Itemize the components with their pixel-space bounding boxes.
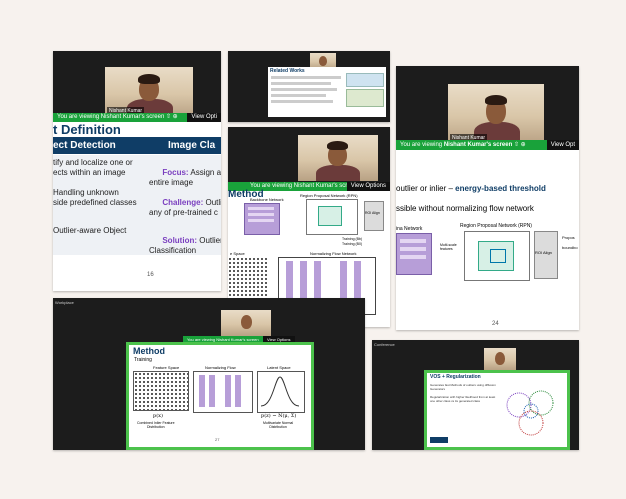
slide: t Definition ect Detection Image Cla tif… bbox=[53, 122, 221, 291]
training-label: Training (Bb) bbox=[342, 237, 363, 241]
bullet-text: Regularization with higher likelihood fr… bbox=[430, 395, 496, 403]
nf-label: Normalizing Flow bbox=[205, 365, 236, 370]
screen-share-5: Workplace You are viewing Nishant Kumar'… bbox=[53, 298, 365, 450]
latent-space-label: Latent Space bbox=[267, 365, 291, 370]
screen-share-2: Related Works bbox=[228, 51, 390, 122]
window-header: Conference bbox=[374, 342, 395, 347]
training-label: Training (B0) bbox=[342, 242, 363, 246]
screen-share-1: Nishant Kumar You are viewing Nishant Ku… bbox=[53, 51, 221, 291]
slide: outlier or inlier – energy-based thresho… bbox=[396, 151, 579, 330]
rpn-label: Region Proposal Network (RPN) bbox=[300, 193, 358, 198]
backbone-label: ina Network bbox=[396, 226, 423, 232]
presenter-video bbox=[221, 310, 271, 336]
view-options-button[interactable]: View Opti bbox=[187, 113, 221, 122]
table-cell-label: Solution: bbox=[162, 236, 197, 245]
slide-subtitle: Training bbox=[134, 357, 152, 363]
viewing-banner-text: You are viewing bbox=[400, 142, 443, 148]
slide-title: t Definition bbox=[53, 122, 121, 137]
bbox-label: boundbo bbox=[562, 245, 578, 250]
window-header: Workplace bbox=[55, 300, 74, 305]
cluster-plot bbox=[506, 390, 554, 436]
presenter-video bbox=[298, 135, 378, 181]
slide: Method Training Feature Space Normalizin… bbox=[126, 342, 314, 450]
feature-space-label: e Space bbox=[230, 251, 245, 256]
gaussian-curve bbox=[260, 376, 300, 407]
screen-share-4: Nishant Kumar You are viewing Nishant Ku… bbox=[396, 66, 579, 330]
pz-label: p(z) ~ N(μ, Σ) bbox=[261, 413, 297, 419]
table-cell: tify and localize one or ects within an … bbox=[53, 158, 133, 177]
px-label: p(x) bbox=[153, 413, 163, 419]
slide: VOS + Regularization Generates fast Meth… bbox=[424, 370, 570, 450]
presenter-video: Nishant Kumar bbox=[448, 84, 544, 144]
mvn-label: Multivariate Normal Distribution bbox=[263, 421, 294, 429]
table-cell: Handling unknown side predefined classes bbox=[53, 188, 137, 207]
slide-title: Method bbox=[133, 346, 165, 356]
multiscale-label: Multi-scale features bbox=[440, 243, 457, 251]
slide: Related Works bbox=[268, 67, 386, 117]
viewing-banner-text: You are viewing Nishant Kumar's screen bbox=[57, 114, 165, 120]
table-cell-label: Challenge: bbox=[162, 198, 204, 207]
presenter-video: Nishant Kumar bbox=[105, 67, 193, 117]
slide-text: outlier or inlier – bbox=[396, 184, 453, 193]
bullet-text: Generates fast Methods of outliers using… bbox=[430, 383, 496, 391]
view-options-button[interactable]: View Opt bbox=[546, 140, 579, 150]
view-options-button[interactable]: View Options bbox=[346, 182, 390, 191]
slide-page-number: 24 bbox=[492, 321, 499, 327]
nf-label: Normalizing Flow Network bbox=[310, 251, 357, 256]
table-header-1: ect Detection bbox=[53, 140, 116, 151]
viewing-banner-icons: ⇧ ⊕ bbox=[513, 142, 526, 148]
combined-label: Combined Inlier Feature Distribution bbox=[137, 421, 175, 429]
table-header-2: Image Cla bbox=[168, 140, 216, 151]
feature-space-label: Feature Space bbox=[153, 365, 180, 370]
screen-share-6: Conference VOS + Regularization Generate… bbox=[372, 340, 579, 450]
slide-text: ssible without normalizing flow network bbox=[396, 204, 534, 213]
viewing-banner-name: Nishant Kumar's screen bbox=[443, 142, 513, 148]
slide-page-number: 16 bbox=[147, 272, 154, 278]
roi-label: ROI Align bbox=[365, 211, 380, 215]
backbone-label: Backbone Network bbox=[250, 197, 284, 202]
table-cell-label: Focus: bbox=[162, 168, 189, 177]
viewing-banner-icons: ⇧ ⊕ bbox=[165, 114, 178, 120]
slide-text-emphasis: energy-based threshold bbox=[455, 184, 546, 193]
presenter-video bbox=[484, 348, 516, 370]
roi-label: ROI Align bbox=[535, 250, 552, 255]
slide-page-number: 27 bbox=[215, 437, 220, 442]
table-cell: Outlier-aware Object bbox=[53, 226, 127, 235]
proposal-label: Propos bbox=[562, 235, 575, 240]
slide-title: VOS + Regularization bbox=[430, 374, 481, 380]
rpn-label: Region Proposal Network (RPN) bbox=[460, 223, 532, 229]
viewing-banner-text: You are viewing Nishant Kumar's screen bbox=[250, 183, 358, 189]
screen-share-3: You are viewing Nishant Kumar's screen V… bbox=[228, 127, 390, 327]
